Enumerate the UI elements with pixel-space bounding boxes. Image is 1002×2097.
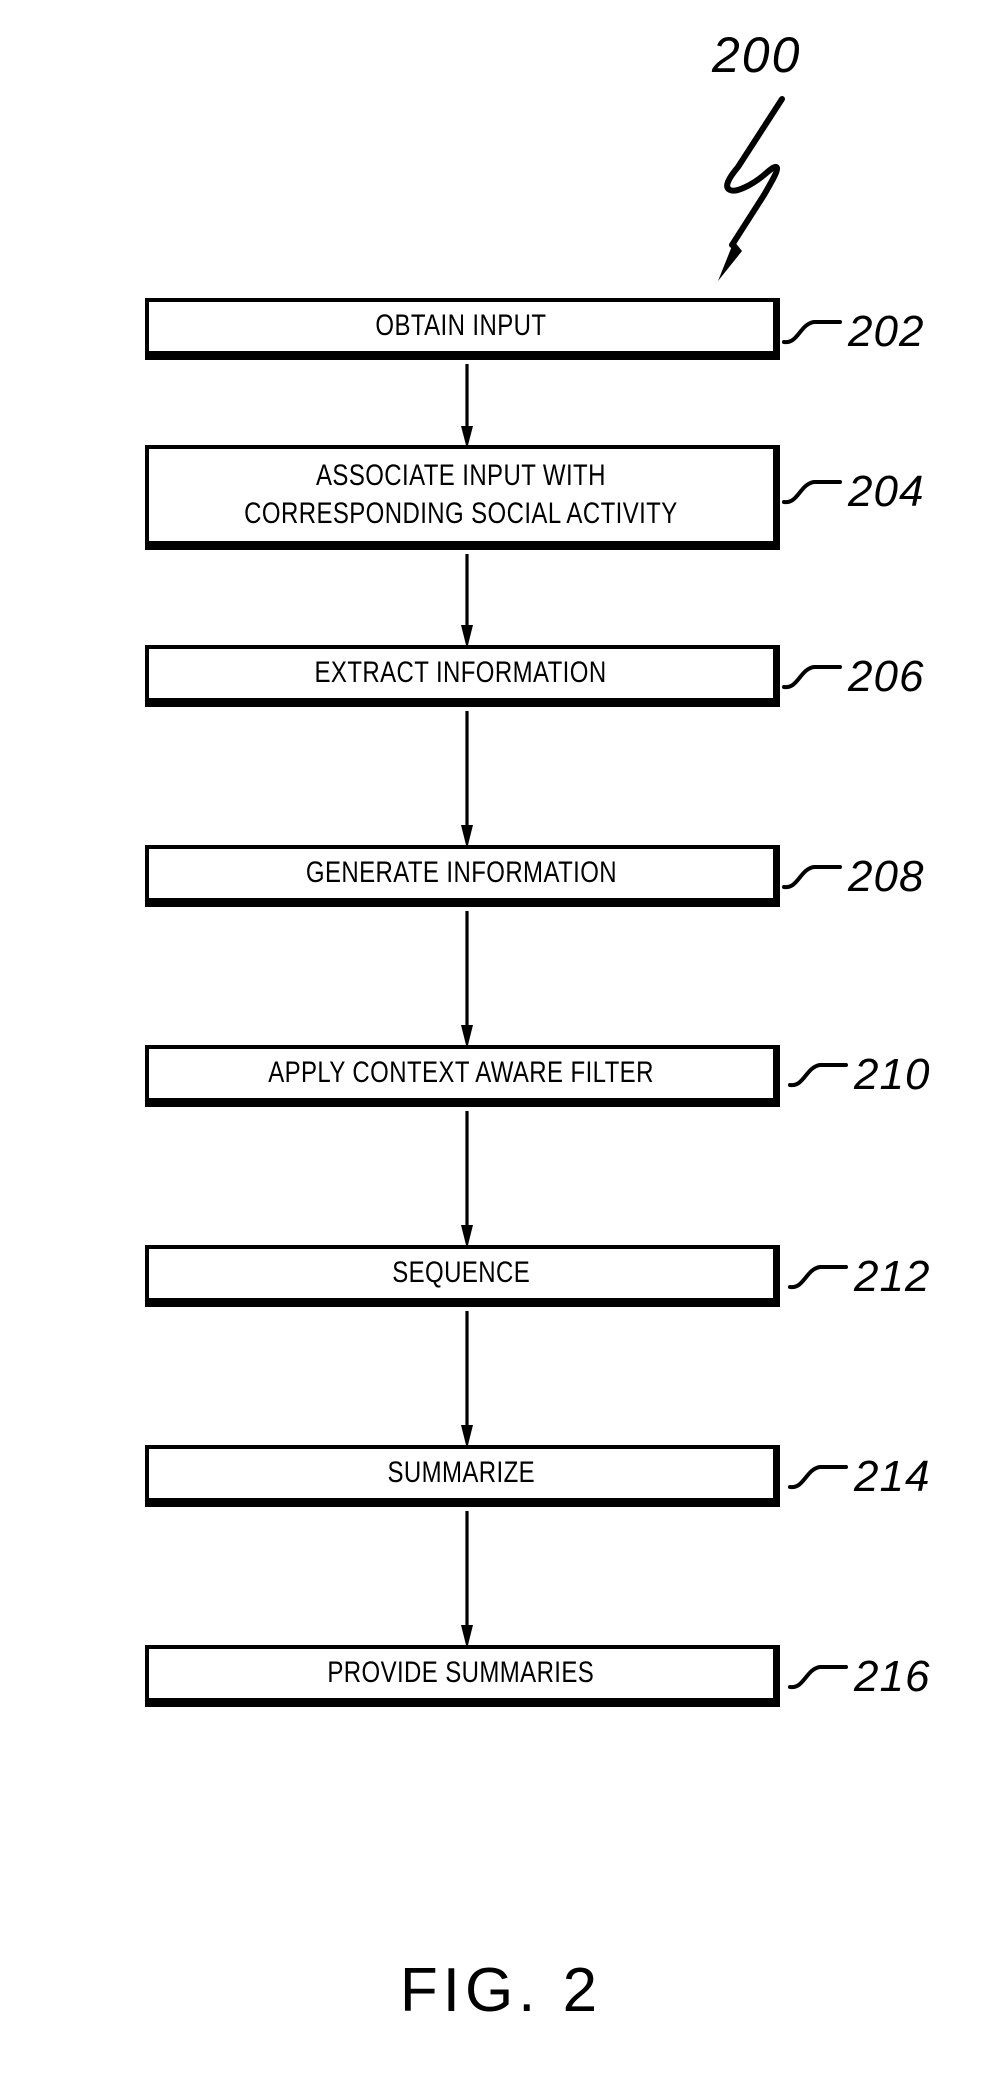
flow-step-label: ASSOCIATE INPUT WITH CORRESPONDING SOCIA…	[244, 458, 678, 530]
patent-figure: 200 OBTAIN INPUT ASSOCIATE INPUT WITH CO…	[0, 0, 1002, 2097]
flow-step-box-212[interactable]: SEQUENCE	[145, 1245, 780, 1307]
flow-step-label: PROVIDE SUMMARIES	[327, 1656, 595, 1690]
callout-number: 204	[848, 467, 925, 516]
figure-caption: FIG. 2	[399, 1956, 603, 2025]
connector-arrow-214-216	[455, 1511, 479, 1649]
s-curve-leader-icon	[788, 1657, 852, 1697]
flow-step-label: OBTAIN INPUT	[375, 309, 547, 343]
callout-214: 214	[788, 1452, 931, 1501]
callout-204: 204	[782, 467, 925, 516]
callout-number: 206	[848, 652, 925, 701]
flow-step-box-210[interactable]: APPLY CONTEXT AWARE FILTER	[145, 1045, 780, 1107]
flow-step-label: SEQUENCE	[392, 1256, 530, 1290]
s-curve-leader-icon	[788, 1257, 852, 1297]
callout-210: 210	[788, 1050, 931, 1099]
connector-arrow-206-208	[455, 711, 479, 849]
callout-number: 202	[848, 307, 925, 356]
flow-step-box-206[interactable]: EXTRACT INFORMATION	[145, 645, 780, 707]
lightning-bolt-leader-icon	[660, 95, 840, 285]
s-curve-leader-icon	[782, 472, 846, 512]
s-curve-leader-icon	[782, 857, 846, 897]
flow-step-label: SUMMARIZE	[387, 1456, 535, 1490]
connector-arrow-202-204	[455, 364, 479, 449]
callout-206: 206	[782, 652, 925, 701]
s-curve-leader-icon	[782, 657, 846, 697]
flow-step-box-202[interactable]: OBTAIN INPUT	[145, 298, 780, 360]
callout-number: 214	[854, 1452, 931, 1501]
connector-arrow-210-212	[455, 1111, 479, 1249]
connector-arrow-212-214	[455, 1311, 479, 1449]
flow-step-box-208[interactable]: GENERATE INFORMATION	[145, 845, 780, 907]
connector-arrow-208-210	[455, 911, 479, 1049]
callout-number: 208	[848, 852, 925, 901]
callout-number: 216	[854, 1652, 931, 1701]
callout-number: 212	[854, 1252, 931, 1301]
flow-step-label: EXTRACT INFORMATION	[314, 656, 608, 690]
s-curve-leader-icon	[788, 1457, 852, 1497]
callout-202: 202	[782, 307, 925, 356]
flow-step-box-214[interactable]: SUMMARIZE	[145, 1445, 780, 1507]
s-curve-leader-icon	[788, 1055, 852, 1095]
callout-208: 208	[782, 852, 925, 901]
flow-step-box-216[interactable]: PROVIDE SUMMARIES	[145, 1645, 780, 1707]
s-curve-leader-icon	[782, 312, 846, 352]
callout-212: 212	[788, 1252, 931, 1301]
flow-step-label: APPLY CONTEXT AWARE FILTER	[268, 1056, 654, 1090]
callout-216: 216	[788, 1652, 931, 1701]
figure-reference-number: 200	[712, 27, 802, 83]
flow-step-label: GENERATE INFORMATION	[305, 856, 617, 890]
callout-number: 210	[854, 1050, 931, 1099]
flow-step-box-204[interactable]: ASSOCIATE INPUT WITH CORRESPONDING SOCIA…	[145, 445, 780, 550]
connector-arrow-204-206	[455, 554, 479, 649]
